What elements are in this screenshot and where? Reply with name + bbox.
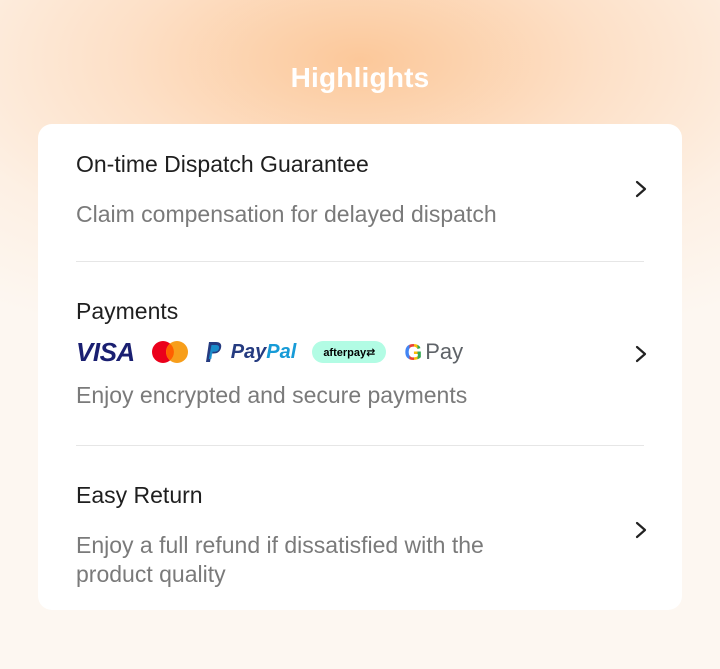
chevron-right-icon — [635, 180, 647, 198]
chevron-right-icon — [635, 521, 647, 539]
paypal-text-pal: Pal — [266, 340, 297, 363]
payments-description: Enjoy encrypted and secure payments — [76, 382, 468, 408]
highlights-card: On-time Dispatch Guarantee Claim compens… — [38, 124, 682, 610]
visa-logo: VISA — [76, 336, 135, 367]
google-pay-text: Pay — [425, 339, 464, 364]
chevron-right-icon — [635, 345, 647, 363]
page-title: Highlights — [290, 62, 430, 93]
afterpay-logo: afterpay⇄ — [312, 341, 387, 363]
dispatch-guarantee-title: On-time Dispatch Guarantee — [76, 151, 369, 177]
divider — [76, 261, 644, 262]
paypal-mark-icon — [205, 342, 221, 362]
payment-methods: VISA PayPal afterpay⇄ G Pay — [76, 337, 644, 367]
dispatch-guarantee-row[interactable]: On-time Dispatch Guarantee Claim compens… — [76, 150, 647, 234]
easy-return-description-line2: product quality — [76, 561, 226, 587]
payments-row[interactable]: Payments VISA PayPal afterpay⇄ G Pay Enjo… — [76, 297, 647, 415]
paypal-text-pay: Pay — [230, 340, 267, 363]
google-pay-logo: G Pay — [404, 339, 463, 366]
paypal-logo: PayPal — [231, 341, 297, 364]
mastercard-logo-icon — [151, 341, 188, 363]
easy-return-row[interactable]: Easy Return Enjoy a full refund if dissa… — [76, 481, 647, 591]
divider — [76, 445, 644, 446]
payments-title: Payments — [76, 298, 179, 324]
dispatch-guarantee-description: Claim compensation for delayed dispatch — [76, 201, 497, 227]
google-g-icon: G — [404, 338, 423, 365]
easy-return-description-line1: Enjoy a full refund if dissatisfied with… — [76, 532, 484, 558]
easy-return-title: Easy Return — [76, 482, 203, 508]
